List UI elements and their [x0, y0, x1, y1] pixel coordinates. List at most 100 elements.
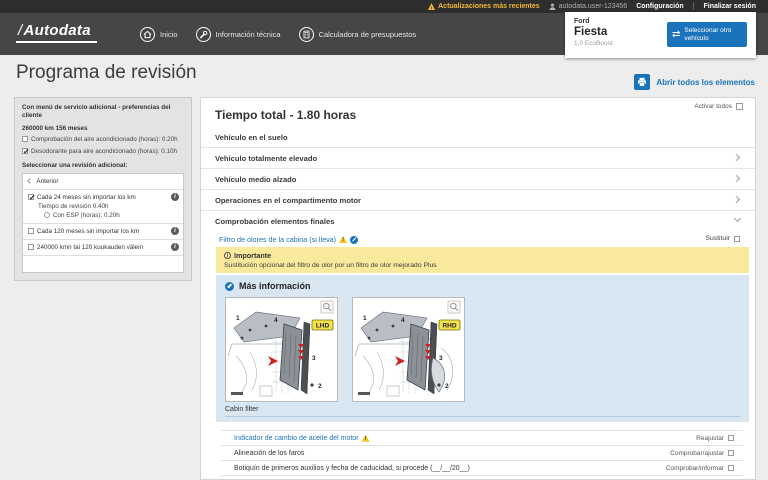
recent-updates-link[interactable]: ! Actualizaciones más recientes	[428, 3, 540, 10]
revision-item-240000-km[interactable]: 240000 kmn tai 120 kuukauden välein	[23, 240, 183, 256]
revision-item-120-meses[interactable]: Cada 120 meses sin importar los km	[23, 224, 183, 240]
important-notice: i Importante Sustitución opcional del fi…	[216, 247, 749, 273]
previous-button[interactable]: Anterior	[23, 174, 183, 190]
task-botiquin: Botiquín de primeros auxilios y fecha de…	[221, 459, 743, 475]
logo-text: Autodata	[23, 22, 91, 39]
revision-time: Tiempo de revisión 0.40h	[38, 202, 109, 210]
svg-text:1: 1	[363, 315, 367, 322]
important-text: Sustitución opcional del filtro de olor …	[224, 262, 437, 269]
more-info-box: Más información LHD 1 4 3 2 RHD 1 4 3 2 …	[216, 275, 749, 422]
print-icon[interactable]	[634, 74, 651, 90]
checkbox[interactable]	[22, 136, 28, 143]
lhd-badge: LHD	[316, 323, 330, 330]
diagram-caption: Cabin filter	[225, 406, 740, 417]
section-operaciones-compartimento-motor[interactable]: Operaciones en el compartimento motor	[201, 189, 755, 210]
nav-item-calculadora[interactable]: Calculadora de presupuestos	[298, 26, 416, 42]
nav-item-informacion-tecnica[interactable]: Información técnica	[195, 26, 281, 42]
info-icon[interactable]	[171, 192, 179, 201]
revision-item-24-meses[interactable]: Cada 24 meses sin importar los km Tiempo…	[23, 190, 183, 224]
action-sustituir: Sustituir	[705, 235, 740, 242]
settings-link[interactable]: Configuración	[636, 3, 683, 10]
logout-link[interactable]: Finalizar sesión	[703, 3, 756, 10]
main-nav: Inicio Información técnica Calculadora d…	[140, 13, 416, 55]
info-circle-icon: i	[224, 252, 231, 259]
info-icon[interactable]	[171, 226, 179, 235]
more-info-title: Más información	[225, 281, 740, 291]
important-title: i Importante	[224, 251, 741, 260]
option-desodorante[interactable]: Desodorante para aire acondicionado (hor…	[22, 147, 184, 157]
svg-text:3: 3	[439, 355, 443, 362]
chevron-left-icon	[27, 177, 33, 184]
more-info-icon[interactable]	[350, 235, 359, 244]
diagram-rhd[interactable]: RHD 1 4 3 2	[352, 297, 465, 402]
vehicle-panel: Ford Fiesta 1.0 EcoBoost ⇄ Seleccionar o…	[565, 12, 756, 58]
logo-slash: /	[18, 22, 23, 39]
cabin-filter-diagram-lhd: LHD 1 4 3 2	[227, 300, 334, 397]
revision-list: Anterior Cada 24 meses sin importar los …	[22, 172, 184, 273]
svg-text:2: 2	[445, 383, 449, 390]
task-indicador-aceite: Indicador de cambio de aceite del motor …	[221, 430, 743, 445]
cabin-filter-item-row: Filtro de olores de la cabina (si lleva)…	[216, 231, 749, 247]
magnifier-icon[interactable]	[320, 300, 334, 314]
autodata-logo[interactable]: /Autodata	[16, 22, 97, 43]
wrench-icon	[195, 26, 211, 42]
total-time-heading: Tiempo total - 1.80 horas	[215, 108, 357, 122]
magnifier-icon[interactable]	[447, 300, 461, 314]
checkbox[interactable]	[28, 227, 34, 234]
service-options-sidebar: Con menú de servicio adicional - prefere…	[14, 97, 192, 281]
swap-icon: ⇄	[672, 28, 681, 40]
calculator-icon	[298, 26, 314, 42]
open-all-elements[interactable]: Abrir todos los elementos	[634, 74, 755, 90]
svg-text:4: 4	[274, 317, 278, 324]
cabin-filter-link[interactable]: Filtro de olores de la cabina (si lleva)	[219, 235, 336, 244]
checkbox[interactable]	[734, 235, 740, 242]
chevron-down-icon	[733, 214, 742, 223]
user-icon	[549, 3, 556, 10]
info-icon[interactable]	[171, 242, 179, 251]
checkbox[interactable]	[28, 243, 34, 250]
svg-text:2: 2	[318, 383, 322, 390]
checkbox[interactable]	[22, 147, 30, 157]
wrench-circle-icon	[225, 281, 234, 291]
svg-text:3: 3	[312, 355, 316, 362]
section-vehiculo-totalmente-elevado[interactable]: Vehículo totalmente elevado	[201, 147, 755, 168]
activate-all-toggle[interactable]: Activar todos	[694, 103, 743, 110]
checkbox[interactable]	[28, 193, 36, 202]
section-comprobacion-elementos-finales[interactable]: Comprobación elementos finales	[201, 210, 755, 231]
diagram-panels: LHD 1 4 3 2 RHD 1 4 3 2	[225, 297, 740, 402]
rhd-badge: RHD	[442, 323, 456, 330]
chevron-right-icon	[732, 153, 741, 162]
warning-icon: !	[361, 434, 370, 442]
divider: |	[692, 3, 695, 10]
revision-program-card: Activar todos Tiempo total - 1.80 horas …	[200, 97, 756, 480]
list-filler	[23, 256, 183, 272]
checkbox[interactable]	[728, 465, 734, 472]
expanded-section-content: Filtro de olores de la cabina (si lleva)…	[216, 231, 749, 479]
home-icon	[140, 26, 155, 42]
chevron-right-icon	[732, 174, 741, 183]
radio-button[interactable]	[44, 212, 50, 219]
select-revision-label: Seleccionar una revisión adicional:	[22, 161, 128, 169]
checkbox[interactable]	[728, 450, 734, 457]
task-alineacion-faros: Alineación de los faros Comprobar/ajusta…	[221, 444, 743, 460]
section-vehiculo-en-el-suelo[interactable]: Vehículo en el suelo	[201, 127, 755, 147]
nav-item-inicio[interactable]: Inicio	[140, 26, 178, 42]
task-chaleco: Chaleco de alta visibilidad, si procede …	[221, 474, 743, 479]
mileage-interval: 260000 km 156 meses	[22, 125, 88, 133]
warning-icon: !	[428, 3, 436, 10]
diagram-lhd[interactable]: LHD 1 4 3 2	[225, 297, 338, 402]
cabin-filter-diagram-rhd: RHD 1 4 3 2	[354, 300, 461, 397]
user-account[interactable]: autodata.user-123456	[549, 3, 627, 10]
esp-option[interactable]: Con ESP (horas): 0.20h	[44, 212, 178, 219]
section-vehiculo-medio-alzado[interactable]: Vehículo medio alzado	[201, 168, 755, 189]
option-aire-acondicionado[interactable]: Comprobación del aire acondicionado (hor…	[22, 136, 184, 144]
checkbox[interactable]	[728, 435, 734, 442]
select-vehicle-button[interactable]: ⇄ Seleccionar otro vehículo	[667, 22, 747, 47]
oil-change-indicator-link[interactable]: Indicador de cambio de aceite del motor	[234, 435, 359, 442]
warning-icon: !	[339, 236, 348, 243]
checkbox[interactable]	[736, 103, 743, 110]
svg-text:4: 4	[401, 317, 405, 324]
sidebar-header: Con menú de servicio adicional - prefere…	[22, 104, 171, 120]
page-title: Programa de revisión	[16, 62, 197, 83]
chevron-right-icon	[732, 195, 741, 204]
